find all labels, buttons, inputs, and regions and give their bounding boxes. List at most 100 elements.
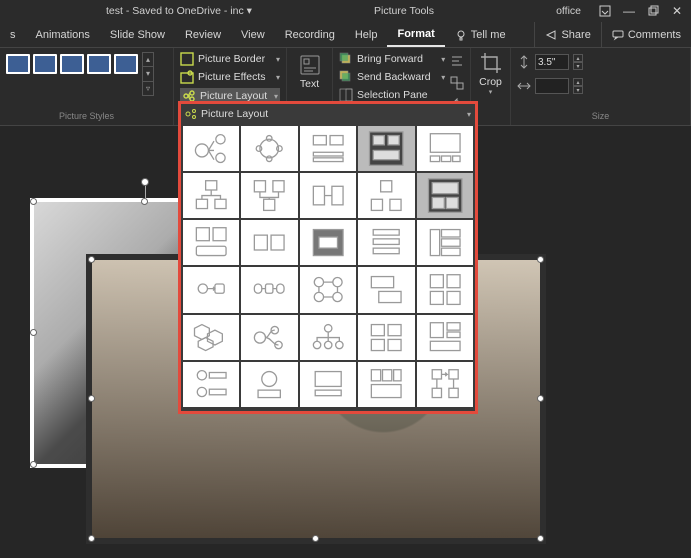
width-field[interactable]: ▴▾: [517, 78, 595, 94]
crop-label: Crop: [479, 76, 502, 88]
chevron-down-icon: ▾: [467, 110, 471, 119]
comments-label: Comments: [628, 29, 681, 41]
picture-border-button[interactable]: Picture Border ▾: [180, 52, 280, 66]
picture-layout-option[interactable]: [183, 362, 239, 407]
height-icon: [517, 55, 531, 69]
picture-effects-button[interactable]: Picture Effects ▾: [180, 70, 280, 84]
picture-layout-option[interactable]: [241, 315, 297, 360]
group-icon[interactable]: [450, 76, 464, 90]
bring-forward-label: Bring Forward: [357, 53, 423, 65]
share-label: Share: [561, 29, 590, 41]
picture-layout-title: Picture Layout: [201, 108, 467, 120]
picture-layout-option[interactable]: [417, 220, 473, 265]
picture-layout-option[interactable]: [417, 173, 473, 218]
picture-layout-option[interactable]: [417, 126, 473, 171]
title-bar: test - Saved to OneDrive - inc ▾ Picture…: [0, 0, 691, 22]
picture-layout-option[interactable]: [300, 315, 356, 360]
picture-style-thumb[interactable]: [6, 54, 30, 74]
selection-pane-icon: [339, 88, 353, 102]
picture-layout-option[interactable]: [300, 362, 356, 407]
account-label[interactable]: office: [556, 5, 581, 17]
picture-layout-option[interactable]: [183, 267, 239, 312]
alt-text-label[interactable]: Text: [300, 78, 319, 90]
crop-button[interactable]: Crop ▾: [477, 50, 504, 96]
picture-layout-option[interactable]: [241, 173, 297, 218]
effects-icon: [180, 70, 194, 84]
contextual-tab-label: Picture Tools: [252, 5, 556, 17]
picture-style-thumb[interactable]: [87, 54, 111, 74]
width-icon: [517, 79, 531, 93]
chevron-down-icon: ▾: [441, 55, 445, 64]
chevron-up-icon[interactable]: ▴: [143, 53, 153, 67]
picture-style-thumb[interactable]: [33, 54, 57, 74]
tab-format[interactable]: Format: [387, 22, 444, 47]
restore-icon[interactable]: [645, 3, 661, 19]
send-backward-label: Send Backward: [357, 71, 431, 83]
picture-layout-option[interactable]: [300, 220, 356, 265]
picture-layout-option[interactable]: [417, 362, 473, 407]
share-button[interactable]: Share: [534, 22, 600, 47]
bulb-icon: [455, 29, 467, 41]
picture-layout-option[interactable]: [183, 220, 239, 265]
picture-layout-option[interactable]: [358, 362, 414, 407]
height-input[interactable]: [535, 54, 569, 70]
tab-recording[interactable]: Recording: [275, 22, 345, 47]
picture-layout-option[interactable]: [300, 173, 356, 218]
tab-review[interactable]: Review: [175, 22, 231, 47]
comment-icon: [612, 29, 624, 41]
alt-text-icon[interactable]: [299, 54, 321, 76]
comments-button[interactable]: Comments: [601, 22, 691, 47]
picture-layout-dropdown: Picture Layout ▾: [178, 101, 478, 414]
chevron-down-icon[interactable]: ▾: [143, 67, 153, 81]
ribbon-tabs: s Animations Slide Show Review View Reco…: [0, 22, 691, 48]
width-spinner[interactable]: ▴▾: [573, 78, 583, 94]
tell-me-label: Tell me: [471, 29, 506, 41]
tab-truncated[interactable]: s: [0, 22, 26, 47]
selection-pane-button[interactable]: Selection Pane: [339, 88, 445, 102]
document-title: test - Saved to OneDrive - inc ▾: [6, 5, 252, 17]
picture-layout-option[interactable]: [358, 315, 414, 360]
height-spinner[interactable]: ▴▾: [573, 54, 583, 70]
minimize-icon[interactable]: —: [621, 3, 637, 19]
ribbon-display-options-icon[interactable]: [597, 3, 613, 19]
bring-forward-button[interactable]: Bring Forward ▾: [339, 52, 445, 66]
chevron-down-icon: ▾: [274, 92, 278, 101]
picture-layout-option[interactable]: [241, 362, 297, 407]
tab-help[interactable]: Help: [345, 22, 388, 47]
align-icon[interactable]: [450, 54, 464, 68]
selection-pane-label: Selection Pane: [357, 89, 428, 101]
share-icon: [545, 29, 557, 41]
picture-layout-option[interactable]: [300, 126, 356, 171]
width-input[interactable]: [535, 78, 569, 94]
picture-layout-option[interactable]: [358, 220, 414, 265]
picture-layout-option[interactable]: [241, 220, 297, 265]
tab-view[interactable]: View: [231, 22, 275, 47]
chevron-down-icon[interactable]: ▾: [489, 88, 493, 96]
picture-layout-option[interactable]: [183, 126, 239, 171]
send-backward-button[interactable]: Send Backward ▾: [339, 70, 445, 84]
gallery-expander[interactable]: ▴ ▾ ▿: [142, 52, 154, 96]
picture-layout-option[interactable]: [417, 315, 473, 360]
picture-layout-option[interactable]: [358, 173, 414, 218]
picture-layout-option[interactable]: [300, 267, 356, 312]
picture-layout-option[interactable]: [183, 173, 239, 218]
group-label-size: Size: [517, 111, 684, 125]
picture-effects-label: Picture Effects: [198, 71, 266, 83]
picture-layout-option[interactable]: [358, 126, 414, 171]
picture-layout-option[interactable]: [183, 315, 239, 360]
picture-layout-option[interactable]: [241, 267, 297, 312]
picture-styles-gallery[interactable]: [6, 54, 138, 74]
gallery-more-icon[interactable]: ▿: [143, 82, 153, 95]
send-backward-icon: [339, 70, 353, 84]
tab-animations[interactable]: Animations: [26, 22, 100, 47]
picture-layout-option[interactable]: [417, 267, 473, 312]
picture-layout-option[interactable]: [358, 267, 414, 312]
picture-layout-option[interactable]: [241, 126, 297, 171]
tell-me-search[interactable]: Tell me: [445, 22, 516, 47]
chevron-down-icon: ▾: [441, 73, 445, 82]
tab-slide-show[interactable]: Slide Show: [100, 22, 175, 47]
close-icon[interactable]: ✕: [669, 3, 685, 19]
picture-style-thumb[interactable]: [114, 54, 138, 74]
picture-style-thumb[interactable]: [60, 54, 84, 74]
height-field[interactable]: ▴▾: [517, 54, 595, 70]
